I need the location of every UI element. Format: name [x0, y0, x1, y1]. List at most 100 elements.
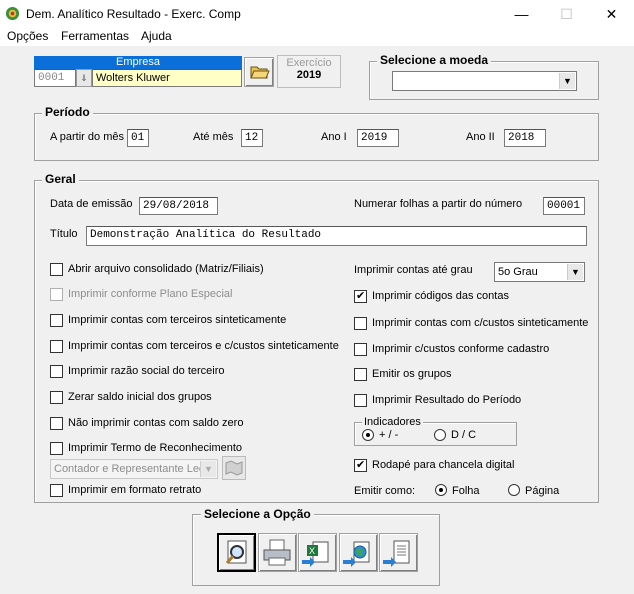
check-label: Imprimir Resultado do Período [372, 394, 522, 406]
chevron-down-icon: ▼ [567, 264, 583, 280]
radio-label: D / C [451, 429, 477, 441]
empresa-name-field[interactable]: Wolters Kluwer [92, 69, 242, 87]
checkbox[interactable] [354, 368, 367, 381]
ano2-field[interactable]: 2018 [504, 129, 546, 147]
svg-text:X: X [309, 546, 315, 556]
opcao-title: Selecione a Opção [201, 507, 314, 521]
checkbox[interactable] [354, 394, 367, 407]
chevron-down-icon: ▼ [559, 73, 575, 89]
checkbox[interactable] [50, 314, 63, 327]
check-label: Imprimir Termo de Reconhecimento [68, 442, 243, 454]
check-label: Rodapé para chancela digital [372, 459, 515, 471]
check-label: Não imprimir contas com saldo zero [68, 417, 244, 429]
checkbox[interactable] [354, 289, 367, 303]
folder-open-icon [250, 66, 270, 79]
checkbox[interactable] [354, 458, 367, 472]
grau-select[interactable]: 5o Grau ▼ [494, 262, 585, 282]
geral-title: Geral [42, 172, 79, 186]
radio-label: + / - [379, 429, 399, 441]
minimize-button[interactable]: — [499, 0, 544, 28]
moeda-select[interactable]: ▼ [392, 71, 577, 91]
check-label: Imprimir códigos das contas [372, 290, 509, 302]
emitir-label: Emitir como: [354, 485, 416, 497]
termo-map-button [222, 456, 246, 480]
empresa-header: Empresa [34, 56, 242, 69]
radio-button[interactable] [434, 429, 446, 441]
numerar-field[interactable]: 00001 [543, 197, 585, 215]
close-button[interactable]: ✕ [589, 0, 634, 28]
checkbox[interactable] [50, 417, 63, 430]
check-label: Imprimir contas com terceiros sinteticam… [68, 314, 287, 326]
ano1-label: Ano I [321, 131, 347, 143]
app-icon [5, 6, 20, 21]
a-partir-field[interactable]: 01 [127, 129, 149, 147]
magnifier-icon [225, 540, 247, 564]
ano2-label: Ano II [466, 131, 495, 143]
moeda-title: Selecione a moeda [377, 53, 492, 67]
globe-export-icon [343, 541, 370, 567]
data-emissao-label: Data de emissão [50, 198, 133, 210]
empresa-code-field[interactable]: 0001 [34, 69, 76, 87]
radio-button[interactable] [362, 429, 374, 441]
open-folder-button[interactable] [244, 57, 274, 87]
titulo-field[interactable]: Demonstração Analítica do Resultado [86, 226, 587, 246]
down-arrow-icon: ⇓ [80, 73, 88, 83]
check-label: Imprimir contas com c/custos sinteticame… [372, 317, 589, 329]
checkbox[interactable] [354, 343, 367, 356]
radio-button[interactable] [435, 484, 447, 496]
check-label: Imprimir conforme Plano Especial [68, 288, 233, 300]
exercicio-label: Exercício [286, 57, 332, 69]
numerar-label: Numerar folhas a partir do número [354, 198, 523, 210]
menu-bar: Opções Ferramentas Ajuda [0, 28, 634, 47]
checkbox[interactable] [50, 340, 63, 353]
check-label: Imprimir contas com terceiros e c/custos… [68, 340, 339, 352]
ano1-field[interactable]: 2019 [357, 129, 399, 147]
window-title: Dem. Analítico Resultado - Exerc. Comp [26, 7, 241, 21]
termo-select: Contador e Representante Leç ▼ [50, 459, 218, 479]
exercicio-box: Exercício 2019 [277, 55, 341, 88]
export-text-button[interactable] [379, 533, 418, 572]
radio-label: Página [525, 485, 560, 497]
checkbox [50, 288, 63, 301]
export-web-button[interactable] [339, 533, 378, 572]
excel-export-icon: X [302, 541, 329, 567]
titulo-label: Título [50, 228, 78, 240]
preview-button[interactable] [217, 533, 256, 572]
check-label: Imprimir razão social do terceiro [68, 365, 225, 377]
check-label: Zerar saldo inicial dos grupos [68, 391, 212, 403]
periodo-title: Período [42, 105, 93, 119]
menu-opcoes[interactable]: Opções [7, 29, 48, 43]
menu-ajuda[interactable]: Ajuda [141, 29, 172, 43]
ate-mes-field[interactable]: 12 [241, 129, 263, 147]
title-bar: Dem. Analítico Resultado - Exerc. Comp —… [0, 0, 634, 28]
radio-label: Folha [452, 485, 480, 497]
radio-button[interactable] [508, 484, 520, 496]
a-partir-label: A partir do mês [50, 131, 124, 143]
grau-label: Imprimir contas até grau [354, 264, 473, 276]
ate-mes-label: Até mês [193, 131, 234, 143]
check-label: Imprimir em formato retrato [68, 484, 202, 496]
chevron-down-icon: ▼ [200, 461, 216, 477]
termo-select-value: Contador e Representante Leç [54, 463, 205, 475]
checkbox[interactable] [50, 391, 63, 404]
printer-icon [263, 539, 291, 566]
checkbox[interactable] [50, 263, 63, 276]
check-label: Abrir arquivo consolidado (Matriz/Filiai… [68, 263, 264, 275]
checkbox[interactable] [50, 442, 63, 455]
checkbox[interactable] [50, 365, 63, 378]
data-emissao-field[interactable]: 29/08/2018 [139, 197, 218, 215]
empresa-lookup-button[interactable]: ⇓ [76, 69, 92, 87]
indicadores-title: Indicadores [362, 416, 423, 428]
menu-ferramentas[interactable]: Ferramentas [61, 29, 129, 43]
exercicio-value: 2019 [296, 69, 322, 81]
grau-select-value: 5o Grau [498, 266, 538, 278]
export-excel-button[interactable]: X [298, 533, 337, 572]
check-label: Imprimir c/custos conforme cadastro [372, 343, 550, 355]
check-label: Emitir os grupos [372, 368, 452, 380]
print-button[interactable] [258, 533, 297, 572]
text-file-export-icon [383, 540, 410, 567]
maximize-button[interactable]: ☐ [544, 0, 589, 28]
checkbox[interactable] [354, 317, 367, 330]
checkbox[interactable] [50, 484, 63, 497]
map-icon [225, 460, 243, 476]
